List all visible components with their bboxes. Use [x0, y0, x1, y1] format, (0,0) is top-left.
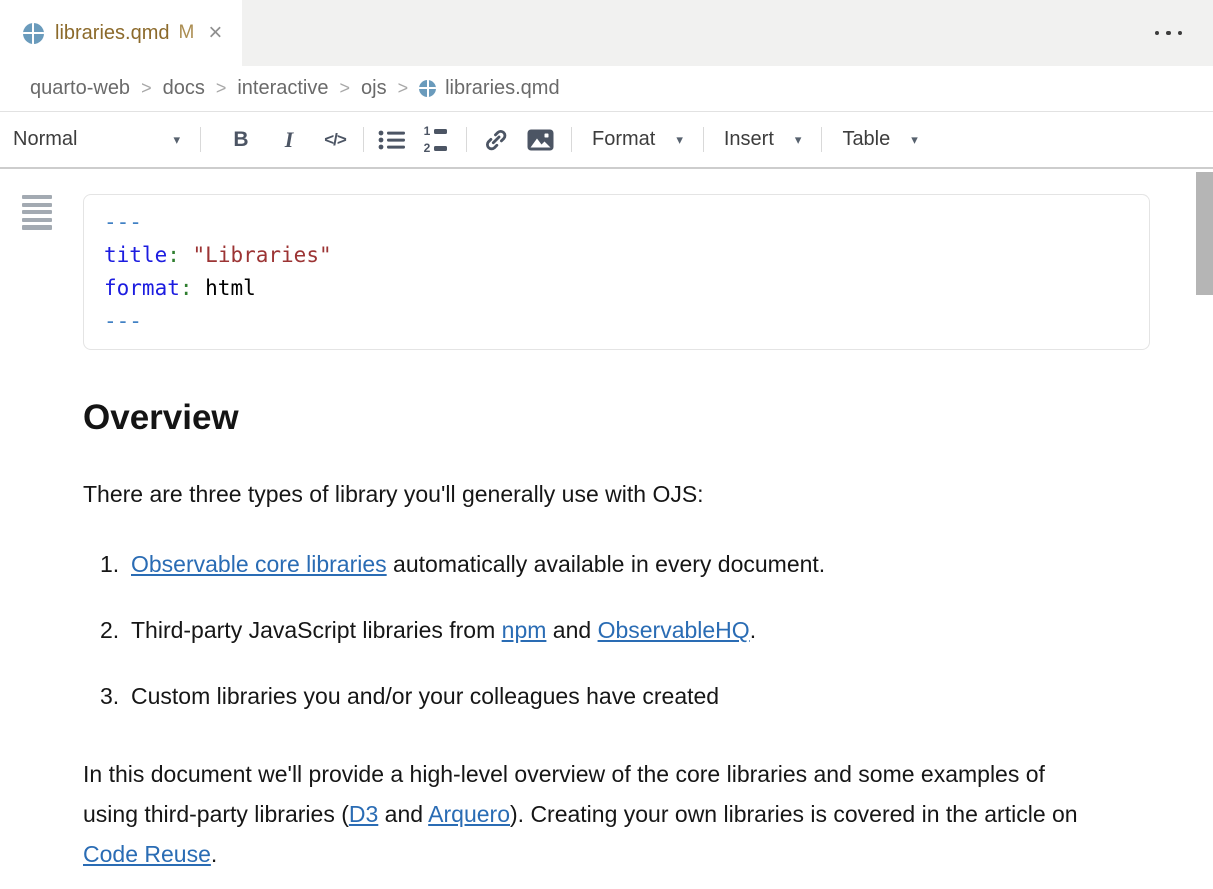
yaml-token-colon: :: [167, 243, 180, 267]
library-types-list: 1. Observable core libraries automatical…: [83, 550, 1150, 710]
chevron-down-icon: ▾: [173, 133, 180, 146]
link-code-reuse[interactable]: Code Reuse: [83, 841, 211, 867]
list-item-number: 3.: [100, 682, 131, 710]
paragraph-style-dropdown[interactable]: Normal ▾: [13, 128, 180, 151]
text-run: Third-party JavaScript libraries from: [131, 617, 502, 643]
visual-editor-canvas[interactable]: --- title: "Libraries" format: html --- …: [0, 169, 1213, 888]
breadcrumb-item-ojs[interactable]: ojs: [361, 77, 387, 100]
outro-paragraph: In this document we'll provide a high-le…: [83, 754, 1093, 874]
link-arquero[interactable]: Arquero: [428, 801, 510, 827]
image-icon: [527, 129, 554, 151]
inline-code-button[interactable]: </>: [318, 123, 352, 157]
ellipsis-icon: [1178, 31, 1183, 36]
list-item-text: Observable core libraries automatically …: [131, 550, 1150, 578]
list-item-number: 2.: [100, 616, 131, 644]
vertical-scrollbar-thumb[interactable]: [1196, 172, 1213, 295]
list-item-text: Third-party JavaScript libraries from np…: [131, 616, 1150, 644]
link-icon: [482, 127, 510, 153]
italic-button[interactable]: I: [272, 123, 306, 157]
link-npm[interactable]: npm: [502, 617, 547, 643]
text-run: and: [378, 801, 428, 827]
table-menu-label: Table: [842, 128, 890, 151]
breadcrumb-item-libraries-qmd[interactable]: libraries.qmd: [445, 77, 559, 100]
chevron-separator-icon: >: [340, 78, 351, 99]
toolbar-divider: [200, 127, 201, 152]
tab-title: libraries.qmd: [55, 22, 169, 45]
breadcrumb-item-quarto-web[interactable]: quarto-web: [30, 77, 130, 100]
tabstrip-empty-space: [242, 0, 1123, 66]
text-run: and: [546, 617, 597, 643]
numbered-list-icon: 1 2: [423, 124, 447, 155]
insert-image-button[interactable]: [523, 123, 557, 157]
link-observable-core-libraries[interactable]: Observable core libraries: [131, 551, 387, 577]
text-run: ). Creating your own libraries is covere…: [510, 801, 1078, 827]
editor-window: libraries.qmd M × quarto-web > docs > in…: [0, 0, 1213, 889]
toolbar-divider: [571, 127, 572, 152]
paragraph-style-value: Normal: [13, 128, 77, 151]
close-tab-icon[interactable]: ×: [208, 21, 222, 45]
chevron-separator-icon: >: [398, 78, 409, 99]
format-menu[interactable]: Format ▾: [592, 128, 683, 151]
text-run: Custom libraries you and/or your colleag…: [131, 683, 719, 709]
list-item: 3. Custom libraries you and/or your coll…: [83, 682, 1150, 710]
bold-button[interactable]: B: [224, 123, 258, 157]
chevron-separator-icon: >: [141, 78, 152, 99]
bulleted-list-icon: [378, 129, 405, 151]
yaml-token-string: "Libraries": [193, 243, 332, 267]
text-run: automatically available in every documen…: [387, 551, 826, 577]
yaml-token-punct: ---: [104, 210, 142, 234]
yaml-line: format: html: [104, 272, 1129, 305]
link-d3[interactable]: D3: [349, 801, 378, 827]
yaml-token-colon: :: [180, 276, 193, 300]
modified-badge: M: [178, 22, 194, 44]
more-actions-button[interactable]: [1124, 0, 1213, 66]
table-menu[interactable]: Table ▾: [842, 128, 917, 151]
yaml-token-plain: html: [193, 276, 256, 300]
list-item: 2. Third-party JavaScript libraries from…: [83, 616, 1150, 644]
tab-bar: libraries.qmd M ×: [0, 0, 1213, 66]
yaml-token-key: format: [104, 276, 180, 300]
yaml-line: title: "Libraries": [104, 239, 1129, 272]
toolbar-divider: [821, 127, 822, 152]
yaml-token-plain: [180, 243, 193, 267]
yaml-line: ---: [104, 206, 1129, 239]
ellipsis-icon: [1155, 31, 1160, 36]
toolbar-divider: [703, 127, 704, 152]
yaml-token-punct: ---: [104, 309, 142, 333]
text-run: .: [211, 841, 217, 867]
text-run: .: [750, 617, 756, 643]
link-observablehq[interactable]: ObservableHQ: [598, 617, 750, 643]
insert-link-button[interactable]: [479, 123, 513, 157]
quarto-file-icon: [419, 80, 436, 97]
numbered-list-button[interactable]: 1 2: [418, 123, 452, 157]
yaml-front-matter-block[interactable]: --- title: "Libraries" format: html ---: [83, 194, 1150, 350]
toolbar-divider: [363, 127, 364, 152]
text-run: There are three types of library you'll …: [83, 481, 704, 507]
document-content: --- title: "Libraries" format: html --- …: [83, 194, 1150, 874]
block-drag-handle-icon[interactable]: [22, 195, 52, 230]
section-heading: Overview: [83, 396, 1150, 440]
bulleted-list-button[interactable]: [374, 123, 408, 157]
breadcrumb-item-docs[interactable]: docs: [163, 77, 205, 100]
breadcrumb-item-interactive[interactable]: interactive: [237, 77, 328, 100]
ellipsis-icon: [1166, 31, 1171, 36]
formatting-toolbar: Normal ▾ B I </> 1 2: [0, 112, 1213, 169]
yaml-token-key: title: [104, 243, 167, 267]
format-menu-label: Format: [592, 128, 655, 151]
list-item-text: Custom libraries you and/or your colleag…: [131, 682, 1150, 710]
tab-libraries-qmd[interactable]: libraries.qmd M ×: [0, 0, 242, 66]
insert-menu-label: Insert: [724, 128, 774, 151]
breadcrumb: quarto-web > docs > interactive > ojs > …: [0, 66, 1213, 112]
chevron-separator-icon: >: [216, 78, 227, 99]
chevron-down-icon: ▾: [911, 133, 918, 146]
intro-paragraph: There are three types of library you'll …: [83, 480, 1150, 508]
chevron-down-icon: ▾: [795, 133, 802, 146]
list-item-number: 1.: [100, 550, 131, 578]
insert-menu[interactable]: Insert ▾: [724, 128, 802, 151]
quarto-file-icon: [23, 23, 44, 44]
toolbar-divider: [466, 127, 467, 152]
yaml-line: ---: [104, 305, 1129, 338]
list-item: 1. Observable core libraries automatical…: [83, 550, 1150, 578]
chevron-down-icon: ▾: [676, 133, 683, 146]
